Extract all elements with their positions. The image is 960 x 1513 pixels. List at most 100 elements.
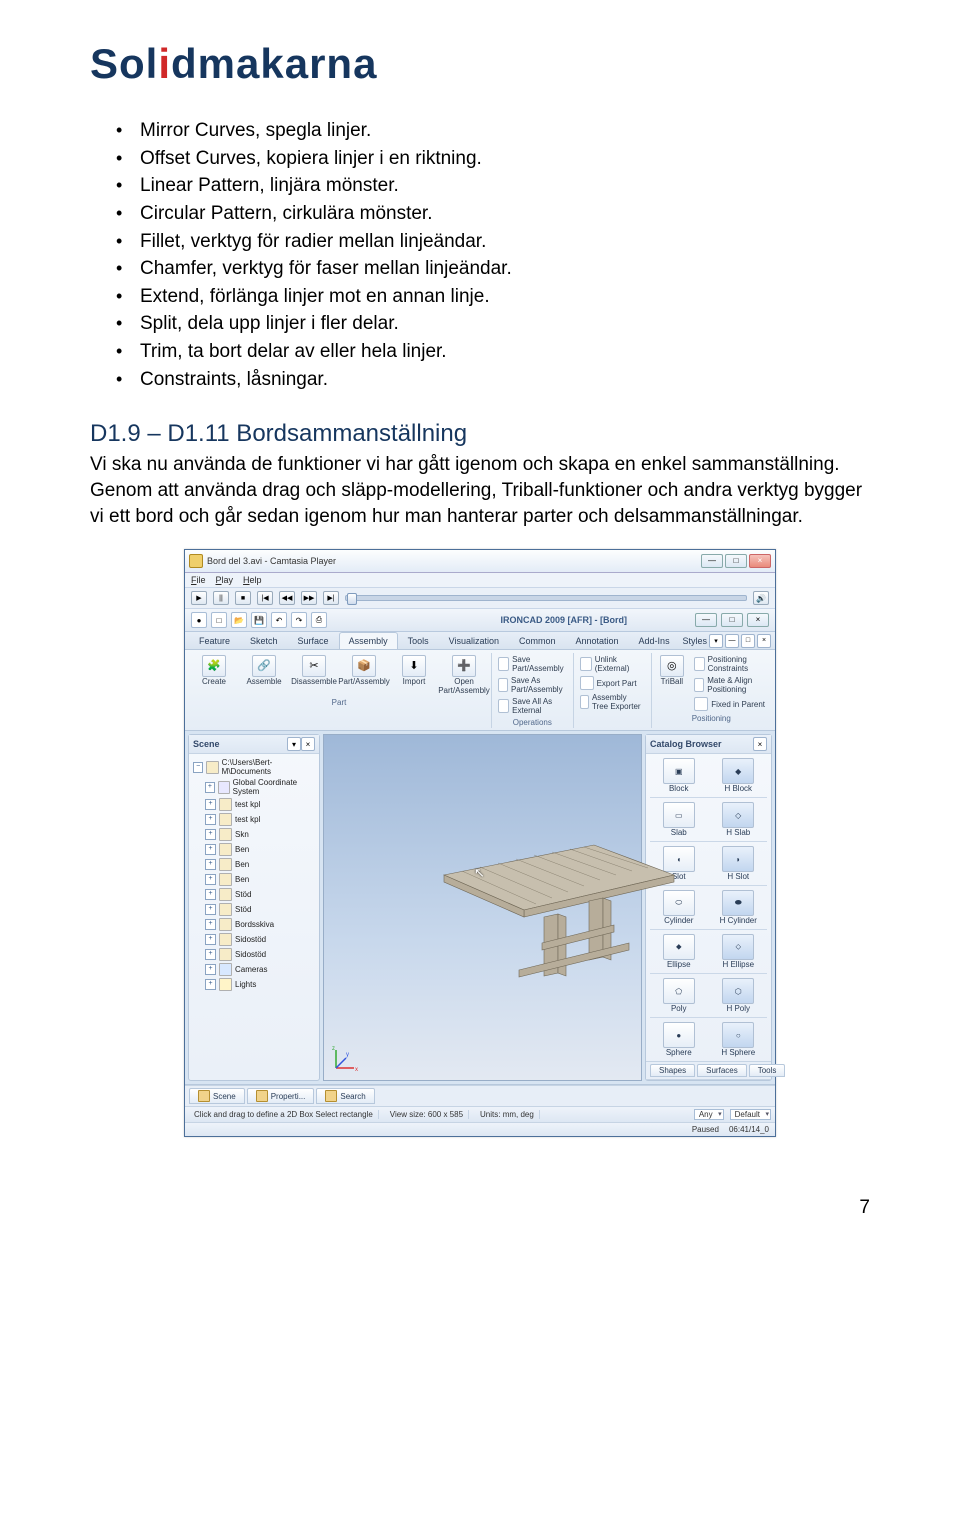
prev-button[interactable]: |◀ (257, 591, 273, 605)
catalog-item-hslab[interactable]: ◇H Slab (710, 802, 768, 837)
document-title: IRONCAD 2009 [AFR] - [Bord] (500, 615, 627, 625)
saveas-partassembly-button[interactable]: Save As Part/Assembly (496, 675, 569, 695)
hsphere-icon: ○ (722, 1022, 754, 1048)
bottom-tab-properties[interactable]: Properti... (247, 1088, 315, 1104)
triball-button[interactable]: ◎TriBall (656, 654, 689, 687)
tree-item[interactable]: +Lights (193, 977, 315, 992)
tree-item[interactable]: +Ben (193, 872, 315, 887)
open-button[interactable]: ➕OpenPart/Assembly (441, 654, 487, 696)
catalog-tab-surfaces[interactable]: Surfaces (697, 1064, 747, 1077)
speaker-icon[interactable]: 🔊 (753, 591, 769, 605)
qat-save-icon[interactable]: 💾 (251, 612, 267, 628)
tree-item[interactable]: +Sidostöd (193, 947, 315, 962)
qat-new-icon[interactable]: □ (211, 612, 227, 628)
pause-button[interactable]: || (213, 591, 229, 605)
bottom-tab-scene[interactable]: Scene (189, 1088, 245, 1104)
tab-sketch[interactable]: Sketch (240, 632, 288, 649)
tree-item[interactable]: +Ben (193, 857, 315, 872)
window-icon (189, 554, 203, 568)
assemble-button[interactable]: 🔗Assemble (241, 654, 287, 687)
catalog-close-icon[interactable]: × (753, 737, 767, 751)
tree-item[interactable]: +Skn (193, 827, 315, 842)
scene-close-icon[interactable]: × (301, 737, 315, 751)
fixed-in-parent-button[interactable]: Fixed in Parent (692, 696, 767, 712)
seek-slider[interactable] (345, 595, 747, 601)
qat-print-icon[interactable]: ⎙ (311, 612, 327, 628)
tab-feature[interactable]: Feature (189, 632, 240, 649)
qat-app-icon[interactable]: ● (191, 612, 207, 628)
mate-align-button[interactable]: Mate & Align Positioning (692, 675, 767, 695)
viewport-3d[interactable]: ↖ x z y (323, 734, 642, 1081)
catalog-item-hellipse[interactable]: ⬦H Ellipse (710, 934, 768, 969)
menu-help[interactable]: Help (243, 575, 262, 585)
disassemble-button[interactable]: ✂Disassemble (291, 654, 337, 687)
catalog-item-block[interactable]: ▣Block (650, 758, 708, 793)
ribbon-restore-icon[interactable]: □ (741, 634, 755, 648)
tab-addins[interactable]: Add-Ins (629, 632, 680, 649)
save-partassembly-button[interactable]: Save Part/Assembly (496, 654, 569, 674)
rewind-button[interactable]: ◀◀ (279, 591, 295, 605)
tree-item[interactable]: +Cameras (193, 962, 315, 977)
tree-item[interactable]: +test kpl (193, 797, 315, 812)
partassembly-button[interactable]: 📦Part/Assembly (341, 654, 387, 687)
status-default-dropdown[interactable]: Default (730, 1109, 771, 1120)
status-filter-dropdown[interactable]: Any (694, 1109, 724, 1120)
export-part-button[interactable]: Export Part (578, 675, 639, 691)
inner-close-button[interactable]: × (747, 613, 769, 627)
tree-item[interactable]: +Sidostöd (193, 932, 315, 947)
tab-assembly[interactable]: Assembly (339, 632, 398, 649)
hpoly-icon: ⬡ (722, 978, 754, 1004)
tree-item[interactable]: +Ben (193, 842, 315, 857)
inner-minimize-button[interactable]: — (695, 613, 717, 627)
catalog-item-hsphere[interactable]: ○H Sphere (710, 1022, 768, 1057)
seek-thumb[interactable] (347, 593, 357, 605)
qat-open-icon[interactable]: 📂 (231, 612, 247, 628)
unlink-external-button[interactable]: Unlink (External) (578, 654, 647, 674)
stop-button[interactable]: ■ (235, 591, 251, 605)
expand-icon[interactable]: + (205, 782, 215, 793)
create-button[interactable]: 🧩Create (191, 654, 237, 687)
tab-surface[interactable]: Surface (288, 632, 339, 649)
import-button[interactable]: ⬇Import (391, 654, 437, 687)
positioning-constraints-button[interactable]: Positioning Constraints (692, 654, 767, 674)
ribbon-min-icon[interactable]: — (725, 634, 739, 648)
qat-undo-icon[interactable]: ↶ (271, 612, 287, 628)
catalog-item-hblock[interactable]: ◆H Block (710, 758, 768, 793)
constraints-icon (694, 657, 704, 671)
catalog-item-hpoly[interactable]: ⬡H Poly (710, 978, 768, 1013)
catalog-item-hcylinder[interactable]: ⬬H Cylinder (710, 890, 768, 925)
menu-file[interactable]: File (191, 575, 206, 585)
menu-play[interactable]: Play (216, 575, 234, 585)
ribbon-close-icon[interactable]: × (757, 634, 771, 648)
catalog-tab-tools[interactable]: Tools (749, 1064, 786, 1077)
tree-item[interactable]: +test kpl (193, 812, 315, 827)
assembly-tree-exporter-button[interactable]: Assembly Tree Exporter (578, 692, 647, 712)
catalog-tab-shapes[interactable]: Shapes (650, 1064, 695, 1077)
bullet-item: Extend, förlänga linjer mot en annan lin… (140, 284, 870, 310)
scene-tree: −C:\Users\Bert-M\Documents +Global Coord… (189, 754, 319, 998)
close-button[interactable]: × (749, 554, 771, 568)
tree-item[interactable]: +Stöd (193, 902, 315, 917)
play-button[interactable]: ▶ (191, 591, 207, 605)
tab-visualization[interactable]: Visualization (439, 632, 509, 649)
tree-item[interactable]: −C:\Users\Bert-M\Documents (193, 757, 315, 777)
tab-annotation[interactable]: Annotation (566, 632, 629, 649)
tree-item[interactable]: +Bordsskiva (193, 917, 315, 932)
inner-maximize-button[interactable]: □ (721, 613, 743, 627)
catalog-item-hslot[interactable]: ◗H Slot (710, 846, 768, 881)
tab-common[interactable]: Common (509, 632, 566, 649)
scene-dropdown-icon[interactable]: ▾ (287, 737, 301, 751)
saveall-external-button[interactable]: Save All As External (496, 696, 569, 716)
forward-button[interactable]: ▶▶ (301, 591, 317, 605)
tree-item[interactable]: +Global Coordinate System (193, 777, 315, 797)
minimize-button[interactable]: — (701, 554, 723, 568)
styles-dropdown-icon[interactable]: ▾ (709, 634, 723, 648)
bottom-tab-search[interactable]: Search (316, 1088, 374, 1104)
qat-redo-icon[interactable]: ↷ (291, 612, 307, 628)
collapse-icon[interactable]: − (193, 762, 203, 773)
next-button[interactable]: ▶| (323, 591, 339, 605)
catalog-item-sphere[interactable]: ●Sphere (650, 1022, 708, 1057)
tree-item[interactable]: +Stöd (193, 887, 315, 902)
tab-tools[interactable]: Tools (398, 632, 439, 649)
maximize-button[interactable]: □ (725, 554, 747, 568)
